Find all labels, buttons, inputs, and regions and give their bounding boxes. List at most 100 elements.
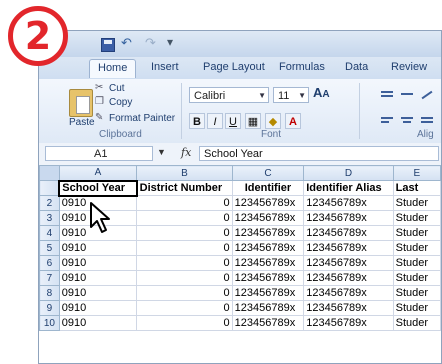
row-header[interactable]: 4 xyxy=(39,225,60,241)
table-cell[interactable]: Studer xyxy=(392,195,441,211)
formula-input[interactable]: School Year xyxy=(199,146,439,161)
table-cell[interactable]: 123456789x xyxy=(231,285,305,301)
column-header[interactable]: C xyxy=(231,165,305,181)
tab-review[interactable]: Review xyxy=(391,61,427,73)
table-cell[interactable]: 0 xyxy=(136,225,233,241)
table-cell[interactable]: Studer xyxy=(392,225,441,241)
row-header[interactable]: 6 xyxy=(39,255,60,271)
tab-page-layout[interactable]: Page Layout xyxy=(203,61,265,73)
table-cell[interactable]: 123456789x xyxy=(303,210,394,226)
select-all-button[interactable] xyxy=(39,165,60,181)
name-box[interactable]: A1 xyxy=(45,146,153,161)
table-cell[interactable]: 123456789x xyxy=(303,300,394,316)
table-cell[interactable]: 0910 xyxy=(58,315,138,331)
row-header[interactable]: 2 xyxy=(39,195,60,211)
table-cell[interactable]: 0 xyxy=(136,315,233,331)
align-top-icon[interactable] xyxy=(379,89,395,101)
table-cell[interactable]: 123456789x xyxy=(303,240,394,256)
table-cell[interactable]: 123456789x xyxy=(303,255,394,271)
table-cell[interactable]: Studer xyxy=(392,255,441,271)
column-header[interactable]: A xyxy=(58,165,138,181)
chevron-down-icon[interactable]: ▼ xyxy=(157,147,166,157)
row-header[interactable]: 3 xyxy=(39,210,60,226)
cut-button[interactable]: ✂ Cut xyxy=(95,83,125,94)
table-cell[interactable]: 123456789x xyxy=(231,300,305,316)
row-header[interactable]: 7 xyxy=(39,270,60,286)
excel-window: ↶ ↷ ▾ Home Insert Page Layout Formulas D… xyxy=(38,30,442,364)
italic-button[interactable]: I xyxy=(207,113,223,129)
table-cell[interactable]: Studer xyxy=(392,300,441,316)
align-left-icon[interactable] xyxy=(379,115,395,127)
table-cell[interactable]: 123456789x xyxy=(231,225,305,241)
table-cell[interactable]: 0 xyxy=(136,255,233,271)
table-cell[interactable]: 0 xyxy=(136,210,233,226)
table-cell[interactable]: 0 xyxy=(136,300,233,316)
save-icon[interactable] xyxy=(101,38,115,52)
table-cell[interactable]: Studer xyxy=(392,270,441,286)
table-cell[interactable]: Studer xyxy=(392,210,441,226)
table-cell[interactable]: 0910 xyxy=(58,240,138,256)
row-header[interactable]: 10 xyxy=(39,315,60,331)
borders-icon[interactable]: ▦ xyxy=(245,113,261,129)
tab-data[interactable]: Data xyxy=(345,61,368,73)
table-cell[interactable]: 123456789x xyxy=(303,225,394,241)
copy-label: Copy xyxy=(109,97,133,108)
column-header[interactable]: B xyxy=(136,165,233,181)
table-cell[interactable]: 0 xyxy=(136,285,233,301)
align-middle-icon[interactable] xyxy=(399,89,415,101)
table-cell[interactable]: 123456789x xyxy=(231,210,305,226)
table-cell[interactable]: Studer xyxy=(392,285,441,301)
cell-e1[interactable]: Last xyxy=(392,180,441,196)
table-cell[interactable]: Studer xyxy=(392,240,441,256)
column-header[interactable]: D xyxy=(303,165,394,181)
table-cell[interactable]: 123456789x xyxy=(231,315,305,331)
grow-font-button[interactable]: AA xyxy=(313,85,330,100)
font-color-button[interactable]: A xyxy=(285,113,301,129)
row-header[interactable] xyxy=(39,180,60,196)
row-header[interactable]: 9 xyxy=(39,300,60,316)
cell-c1[interactable]: Identifier xyxy=(231,180,305,196)
align-center-icon[interactable] xyxy=(399,115,415,127)
decrease-indent-icon[interactable] xyxy=(419,115,435,127)
table-cell[interactable]: 0 xyxy=(136,240,233,256)
table-cell[interactable]: 0910 xyxy=(58,285,138,301)
table-cell[interactable]: 123456789x xyxy=(231,270,305,286)
table-cell[interactable]: Studer xyxy=(392,315,441,331)
table-cell[interactable]: 123456789x xyxy=(303,285,394,301)
column-header[interactable]: E xyxy=(392,165,441,181)
underline-button[interactable]: U xyxy=(225,113,241,129)
paste-icon[interactable] xyxy=(69,89,93,117)
copy-button[interactable]: ❐ Copy xyxy=(95,97,132,108)
insert-function-icon[interactable]: fx xyxy=(181,146,191,159)
tab-insert[interactable]: Insert xyxy=(151,61,179,73)
table-cell[interactable]: 0910 xyxy=(58,255,138,271)
cell-d1[interactable]: Identifier Alias xyxy=(303,180,394,196)
undo-icon[interactable]: ↶ xyxy=(121,35,132,51)
table-cell[interactable]: 0 xyxy=(136,270,233,286)
font-size-select[interactable]: 11 ▼ xyxy=(273,87,309,103)
tab-formulas[interactable]: Formulas xyxy=(279,61,325,73)
fill-color-icon[interactable]: ◆ xyxy=(265,113,281,129)
tab-home[interactable]: Home xyxy=(89,59,137,78)
orientation-icon[interactable] xyxy=(419,89,435,101)
font-size-value: 11 xyxy=(278,90,290,102)
format-painter-button[interactable]: ✎ Format Painter xyxy=(95,113,175,124)
cell-a1[interactable]: School Year xyxy=(58,179,138,197)
table-cell[interactable]: 0 xyxy=(136,195,233,211)
cell-b1[interactable]: District Number xyxy=(136,180,233,196)
redo-icon[interactable]: ↷ xyxy=(145,35,156,51)
table-cell[interactable]: 0910 xyxy=(58,270,138,286)
row-header[interactable]: 8 xyxy=(39,285,60,301)
row-header[interactable]: 5 xyxy=(39,240,60,256)
table-cell[interactable]: 123456789x xyxy=(231,195,305,211)
customize-toolbar-icon[interactable]: ▾ xyxy=(167,35,173,49)
table-cell[interactable]: 123456789x xyxy=(231,240,305,256)
table-cell[interactable]: 0910 xyxy=(58,300,138,316)
bold-button[interactable]: B xyxy=(189,113,205,129)
table-cell[interactable]: 123456789x xyxy=(231,255,305,271)
font-family-select[interactable]: Calibri ▼ xyxy=(189,87,269,103)
table-cell[interactable]: 123456789x xyxy=(303,270,394,286)
table-cell[interactable]: 123456789x xyxy=(303,315,394,331)
table-cell[interactable]: 123456789x xyxy=(303,195,394,211)
paste-button[interactable]: Paste xyxy=(69,117,95,128)
